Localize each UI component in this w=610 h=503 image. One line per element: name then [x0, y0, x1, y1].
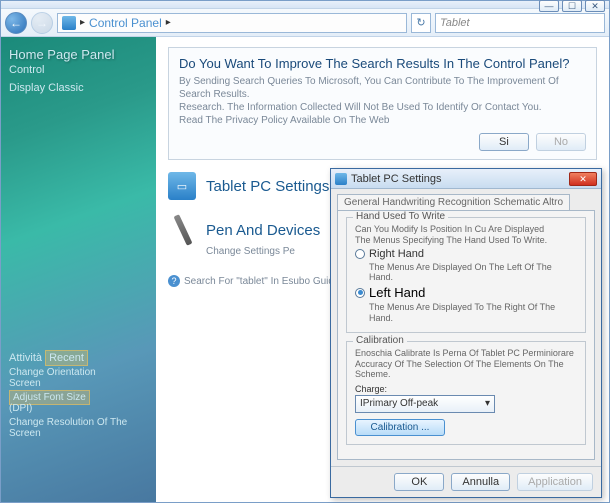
charge-label: Charge:	[355, 384, 577, 395]
radio-left-hand[interactable]: Left Hand	[355, 285, 577, 300]
breadcrumb-sep-icon: ▸	[166, 17, 171, 28]
chevron-down-icon: ▾	[485, 398, 490, 409]
control-panel-icon	[62, 16, 76, 30]
pen-icon	[174, 214, 193, 246]
sidebar-classic-link[interactable]: Display Classic	[9, 82, 148, 94]
no-button[interactable]: No	[536, 133, 586, 151]
ok-button[interactable]: OK	[394, 473, 444, 491]
dialog-footer: OK Annulla Application	[331, 466, 601, 497]
radio-right-desc: The Menus Are Displayed On The Left Of T…	[369, 262, 577, 284]
dialog-tabs: General Handwriting Recognition Schemati…	[331, 189, 601, 210]
info-text: By Sending Search Queries To Microsoft, …	[179, 75, 586, 127]
sidebar-link-resolution[interactable]: Change Resolution Of TheScreen	[9, 417, 148, 439]
address-bar[interactable]: ▸ Control Panel ▸	[57, 13, 407, 33]
tablet-settings-icon: ▭	[168, 172, 196, 200]
dialog-titlebar[interactable]: Tablet PC Settings ✕	[331, 169, 601, 189]
radio-icon	[355, 249, 365, 259]
tablet-settings-dialog: Tablet PC Settings ✕ General Handwriting…	[330, 168, 602, 498]
dialog-close-button[interactable]: ✕	[569, 172, 597, 186]
dialog-icon	[335, 173, 347, 185]
radio-right-hand[interactable]: Right Hand	[355, 248, 577, 260]
sidebar-link-fontsize[interactable]: Adjust Font Size(DPI)	[9, 392, 148, 414]
forward-button[interactable]: →	[31, 12, 53, 34]
breadcrumb-sep-icon: ▸	[80, 17, 85, 28]
nav-bar: ← → ▸ Control Panel ▸ ↻ Tablet	[1, 9, 609, 37]
refresh-button[interactable]: ↻	[411, 13, 431, 33]
calibration-desc: Enoschia Calibrate Is Perna Of Tablet PC…	[355, 348, 577, 380]
cancel-button[interactable]: Annulla	[451, 473, 510, 491]
minimize-button[interactable]: —	[539, 0, 559, 12]
refresh-icon: ↻	[416, 16, 425, 29]
tab-general[interactable]: General Handwriting Recognition Schemati…	[337, 194, 570, 211]
calibration-legend: Calibration	[353, 335, 407, 346]
sidebar: Home Page Panel Control Display Classic …	[1, 37, 156, 502]
radio-left-desc: The Menus Are Displayed To The Right Of …	[369, 302, 577, 324]
title-bar: — ☐ ✕	[1, 1, 609, 9]
hand-fieldset: Hand Used To Write Can You Modify Is Pos…	[346, 217, 586, 333]
yes-button[interactable]: Si	[479, 133, 529, 151]
info-title: Do You Want To Improve The Search Result…	[179, 56, 586, 71]
close-button[interactable]: ✕	[585, 0, 605, 12]
sidebar-title: Home Page Panel	[9, 47, 148, 62]
sidebar-link-orientation[interactable]: Change OrientationScreen	[9, 367, 148, 389]
calibration-fieldset: Calibration Enoschia Calibrate Is Perna …	[346, 341, 586, 445]
back-arrow-icon: ←	[10, 16, 22, 30]
tablet-settings-link[interactable]: Tablet PC Settings	[206, 178, 329, 195]
help-icon: ?	[168, 275, 180, 287]
back-button[interactable]: ←	[5, 12, 27, 34]
search-input[interactable]: Tablet	[435, 13, 605, 33]
display-dropdown[interactable]: IPrimary Off-peak ▾	[355, 395, 495, 413]
sidebar-activity-label: Attività Recent	[9, 352, 148, 364]
info-banner: Do You Want To Improve The Search Result…	[168, 47, 597, 160]
maximize-button[interactable]: ☐	[562, 0, 582, 12]
breadcrumb[interactable]: Control Panel	[89, 16, 162, 30]
hand-legend: Hand Used To Write	[353, 211, 448, 222]
pen-devices-link[interactable]: Pen And Devices	[206, 222, 320, 239]
forward-arrow-icon: →	[36, 16, 48, 30]
radio-icon	[355, 288, 365, 298]
dialog-title: Tablet PC Settings	[351, 173, 442, 185]
apply-button[interactable]: Application	[517, 473, 593, 491]
calibrate-button[interactable]: Calibration ...	[355, 419, 445, 436]
sidebar-subtitle: Control	[9, 64, 148, 76]
hand-desc: Can You Modify Is Position In Cu Are Dis…	[355, 224, 577, 246]
